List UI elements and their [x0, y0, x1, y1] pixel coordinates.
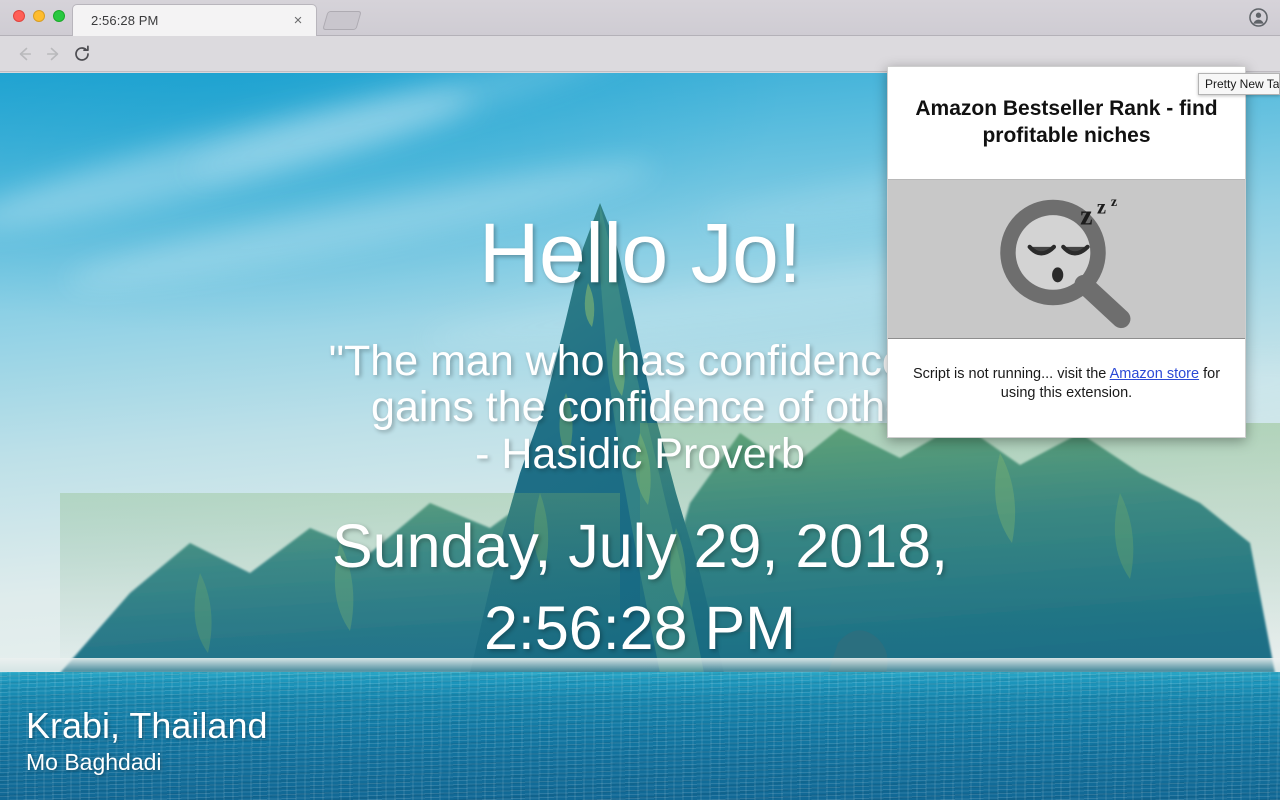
window-traffic-lights — [13, 10, 65, 22]
svg-text:z: z — [1080, 200, 1092, 231]
title-bar: 2:56:28 PM × — [0, 0, 1280, 36]
svg-text:z: z — [1096, 196, 1105, 218]
photo-location: Krabi, Thailand — [26, 706, 268, 746]
amazon-store-link[interactable]: Amazon store — [1110, 366, 1199, 382]
extension-tooltip: Pretty New Tab — [1198, 73, 1280, 95]
extension-popup-header: Amazon Bestseller Rank - find profitable… — [888, 67, 1245, 179]
browser-window: 2:56:28 PM × — [0, 0, 1280, 800]
tab-title: 2:56:28 PM — [91, 13, 159, 28]
reload-icon[interactable] — [72, 44, 92, 64]
datetime-block: Sunday, July 29, 2018, 2:56:28 PM — [0, 505, 1280, 670]
photo-author: Mo Baghdadi — [26, 746, 268, 778]
back-icon[interactable] — [14, 44, 34, 64]
extension-popup: Amazon Bestseller Rank - find profitable… — [887, 66, 1246, 438]
quote-line-1: "The man who has confidence in — [329, 337, 951, 385]
quote-line-2: gains the confidence of othe — [371, 383, 909, 431]
close-tab-icon[interactable]: × — [290, 13, 306, 29]
browser-tab[interactable]: 2:56:28 PM × — [72, 4, 317, 36]
new-tab-button[interactable] — [322, 11, 361, 30]
date-line: Sunday, July 29, 2018, — [0, 505, 1280, 587]
close-window-button[interactable] — [13, 10, 25, 22]
minimize-window-button[interactable] — [33, 10, 45, 22]
time-line: 2:56:28 PM — [0, 587, 1280, 669]
profile-avatar-icon[interactable] — [1249, 8, 1268, 27]
forward-icon[interactable] — [44, 44, 64, 64]
extension-popup-title: Amazon Bestseller Rank - find profitable… — [910, 96, 1223, 150]
photo-credit: Krabi, Thailand Mo Baghdadi — [26, 706, 268, 778]
sleeping-magnifier-icon: z z z — [888, 179, 1245, 339]
maximize-window-button[interactable] — [53, 10, 65, 22]
svg-text:z: z — [1110, 195, 1116, 210]
status-prefix: Script is not running... visit the — [913, 366, 1106, 382]
extension-popup-status: Script is not running... visit the Amazo… — [888, 339, 1245, 403]
